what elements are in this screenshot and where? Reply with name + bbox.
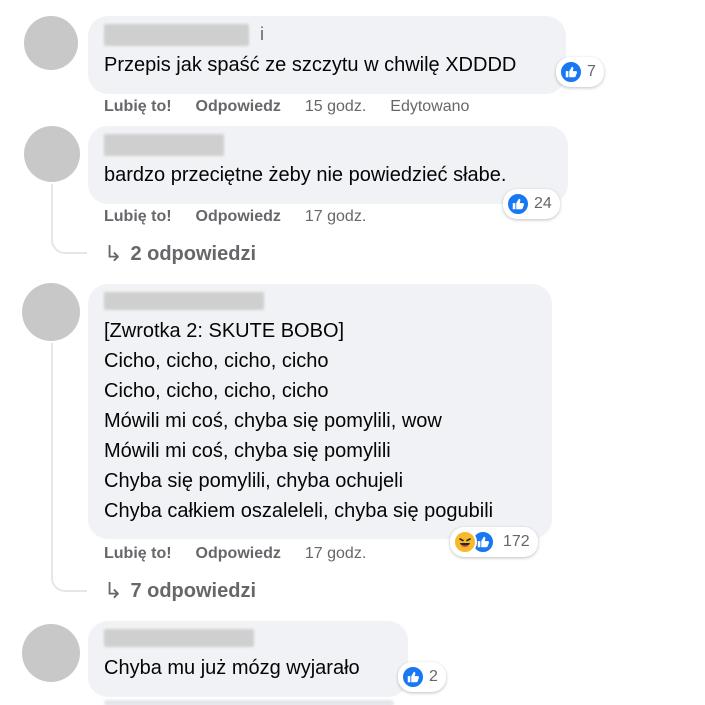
replies-count: 2 odpowiedzi (130, 242, 256, 265)
avatar[interactable] (24, 126, 80, 182)
author-name-redacted[interactable] (104, 24, 249, 46)
like-button[interactable]: Lubię to! (104, 98, 172, 116)
reactions-summary[interactable]: 2 (398, 662, 446, 692)
comment-actions: Lubię to! Odpowiedz 15 godz. Edytowano (104, 98, 469, 116)
comment-line: Cicho, cicho, cicho, cicho (104, 350, 329, 372)
like-button[interactable]: Lubię to! (104, 208, 172, 226)
reaction-count: 172 (503, 533, 530, 550)
like-icon (506, 192, 530, 216)
author-name-redacted[interactable] (104, 292, 264, 310)
author-name-tail: i (260, 24, 264, 44)
author-name-redacted[interactable] (104, 629, 254, 647)
reactions-summary[interactable]: 24 (503, 189, 560, 219)
reply-arrow-icon: ↳ (104, 241, 123, 266)
comment-line: Mówili mi coś, chyba się pomylili (104, 440, 391, 462)
comment-actions: Lubię to! Odpowiedz 17 godz. (104, 208, 366, 226)
comment-line: Chyba się pomylili, chyba ochujeli (104, 470, 404, 492)
comments-section: i Przepis jak spaść ze szczytu w chwilę … (0, 0, 705, 705)
like-button[interactable]: Lubię to! (104, 545, 172, 563)
timestamp[interactable]: 17 godz. (305, 545, 366, 563)
comment-text: bardzo przeciętne żeby nie powiedzieć sł… (104, 164, 507, 186)
haha-icon (453, 530, 477, 554)
avatar[interactable] (22, 283, 80, 341)
thread-line (51, 184, 53, 236)
thread-connector (51, 234, 87, 254)
comment-text: Chyba mu już mózg wyjarało (104, 657, 360, 679)
author-name-redacted[interactable] (104, 134, 224, 156)
comment-bubble: Chyba mu już mózg wyjarało (88, 621, 408, 697)
comment-line: [Zwrotka 2: SKUTE BOBO] (104, 320, 345, 342)
view-replies-link[interactable]: ↳ 7 odpowiedzi (104, 578, 256, 604)
reaction-count: 7 (587, 63, 596, 80)
avatar[interactable] (22, 624, 80, 682)
comment-text: Przepis jak spaść ze szczytu w chwilę XD… (104, 54, 517, 76)
reactions-summary[interactable]: 7 (556, 57, 604, 87)
timestamp[interactable]: 15 godz. (305, 98, 366, 116)
timestamp[interactable]: 17 godz. (305, 208, 366, 226)
reply-button[interactable]: Odpowiedz (196, 98, 281, 116)
avatar[interactable] (24, 16, 78, 70)
comment-actions: Lubię to! Odpowiedz 17 godz. (104, 545, 366, 563)
edited-label[interactable]: Edytowano (390, 98, 469, 116)
comment-line: Mówili mi coś, chyba się pomylili, wow (104, 410, 442, 432)
comment-bubble: i Przepis jak spaść ze szczytu w chwilę … (88, 16, 566, 94)
reply-button[interactable]: Odpowiedz (196, 545, 281, 563)
comment-line: Cicho, cicho, cicho, cicho (104, 380, 329, 402)
reactions-summary[interactable]: 172 (450, 527, 538, 557)
like-icon (401, 665, 425, 689)
comment-bubble: bardzo przeciętne żeby nie powiedzieć sł… (88, 126, 568, 204)
comment-line: Chyba całkiem oszaleleli, chyba się pogu… (104, 500, 494, 522)
thread-connector (51, 572, 87, 592)
reply-arrow-icon: ↳ (104, 578, 123, 603)
replies-count: 7 odpowiedzi (130, 579, 256, 602)
view-replies-link[interactable]: ↳ 2 odpowiedzi (104, 241, 256, 267)
comment-actions-partial (104, 700, 394, 705)
like-icon (559, 60, 583, 84)
reply-button[interactable]: Odpowiedz (196, 208, 281, 226)
comment-bubble: [Zwrotka 2: SKUTE BOBO] Cicho, cicho, ci… (88, 284, 552, 539)
reaction-count: 2 (429, 668, 438, 685)
thread-line (51, 343, 53, 573)
comment-text: [Zwrotka 2: SKUTE BOBO] Cicho, cicho, ci… (104, 316, 538, 526)
reaction-count: 24 (534, 195, 552, 212)
